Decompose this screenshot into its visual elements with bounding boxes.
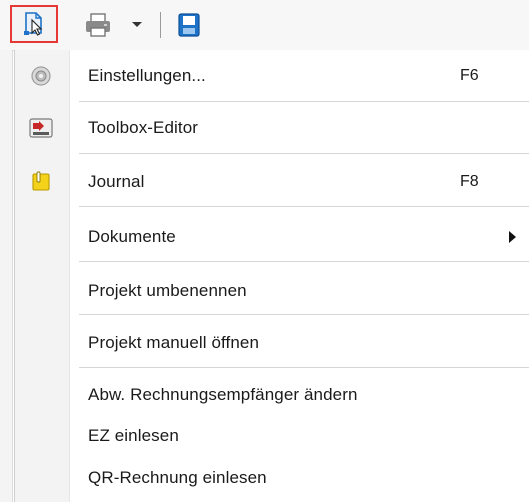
menu-item-abw-rechnungsempfaenger[interactable]: Abw. Rechnungsempfänger ändern [15,376,529,414]
menu-item-label: EZ einlesen [88,426,179,445]
menu-separator [79,367,529,368]
menu-separator [79,206,529,207]
menu-item-label: Abw. Rechnungsempfänger ändern [88,385,358,404]
background-window-strip [0,50,13,502]
menu-separator [79,101,529,102]
submenu-arrow-icon [509,231,516,243]
menu-item-label: Einstellungen... [88,66,206,85]
menu-item-projekt-umbenennen[interactable]: Projekt umbenennen [15,271,529,311]
menu-item-einstellungen[interactable]: Einstellungen... F6 [15,56,529,96]
menu-item-shortcut: F8 [460,173,479,190]
context-menu: Einstellungen... F6 Toolbox-Editor Journ… [14,50,529,502]
chevron-down-icon [132,22,142,27]
menu-item-label: QR-Rechnung einlesen [88,468,267,487]
menu-separator [79,153,529,154]
menu-separator [79,314,529,315]
settings-disc-icon [27,62,55,90]
menu-item-ez-einlesen[interactable]: EZ einlesen [15,418,529,454]
menu-item-qr-rechnung-einlesen[interactable]: QR-Rechnung einlesen [15,460,529,496]
menu-item-projekt-manuell-oeffnen[interactable]: Projekt manuell öffnen [15,323,529,363]
menu-item-toolbox-editor[interactable]: Toolbox-Editor [15,108,529,148]
menu-item-journal[interactable]: Journal F8 [15,162,529,202]
menu-item-label: Toolbox-Editor [88,118,199,137]
menu-item-label: Journal [88,172,145,191]
menu-item-dokumente[interactable]: Dokumente [15,217,529,257]
menu-item-shortcut: F6 [460,67,479,84]
toolbox-editor-icon [27,114,55,142]
open-menu-button[interactable] [10,5,58,43]
floppy-disk-icon [178,13,200,37]
print-button[interactable] [78,8,118,42]
printer-icon [86,13,110,37]
menu-separator [79,261,529,262]
menu-item-label: Projekt manuell öffnen [88,333,260,352]
menu-item-label: Projekt umbenennen [88,281,247,300]
menu-item-label: Dokumente [88,227,176,246]
document-cursor-icon [24,12,43,36]
save-button[interactable] [170,8,208,42]
print-options-dropdown[interactable] [126,12,148,38]
journal-folder-icon [27,168,55,196]
toolbar [0,0,529,51]
toolbar-separator [160,12,161,38]
